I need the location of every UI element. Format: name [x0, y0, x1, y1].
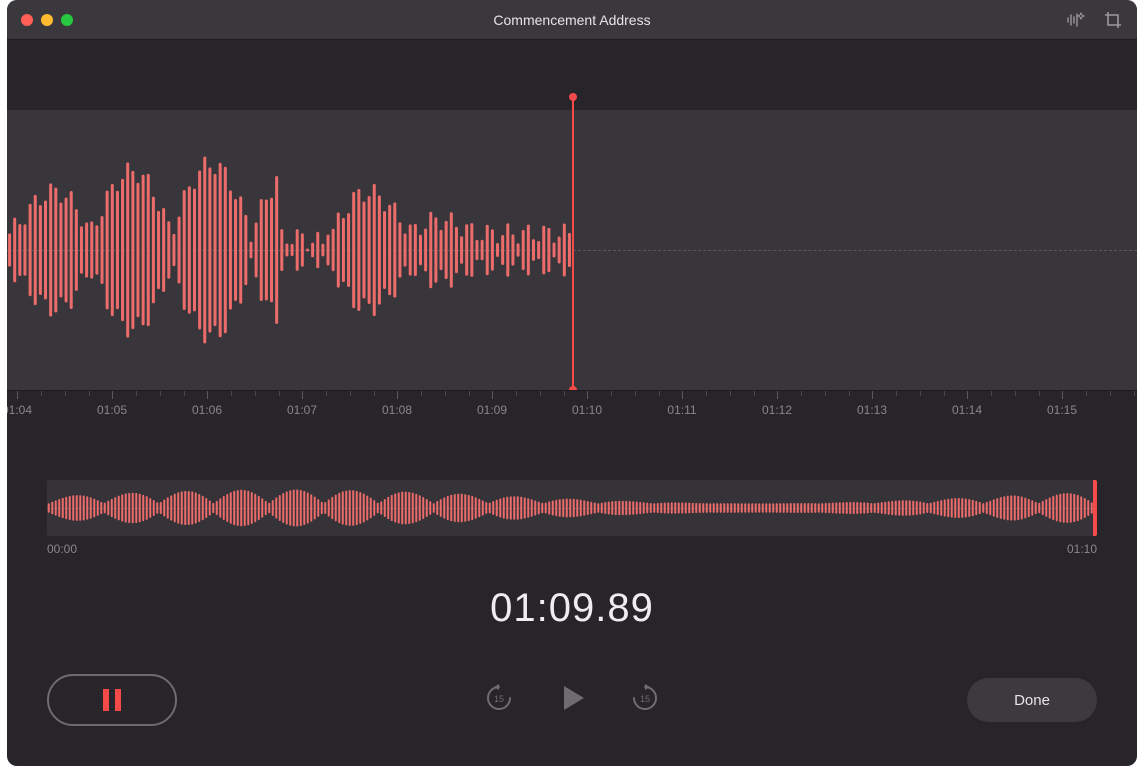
ruler-tick-label: 01:07 — [287, 403, 317, 417]
ruler-tick-label: 01:08 — [382, 403, 412, 417]
overview-end-time: 01:10 — [1067, 542, 1097, 556]
skip-back-15-icon[interactable]: 15 — [484, 683, 514, 718]
ruler-tick-label: 01:12 — [762, 403, 792, 417]
window-controls — [21, 14, 73, 26]
time-ruler[interactable]: 01:04 01:05 01:06 01:07 01:08 01:09 01:10 01:11… — [7, 390, 1137, 430]
ruler-tick-label: 01:06 — [192, 403, 222, 417]
ruler-tick-label: 01:15 — [1047, 403, 1077, 417]
pause-icon — [103, 689, 109, 711]
transport-controls: 15 15 Done — [7, 674, 1137, 766]
done-button[interactable]: Done — [967, 678, 1097, 722]
waveform-overview[interactable]: 00:00 01:10 — [47, 480, 1097, 556]
minimize-window-button[interactable] — [41, 14, 53, 26]
waveform-svg — [7, 110, 572, 390]
record-pause-button[interactable] — [47, 674, 177, 726]
svg-text:15: 15 — [494, 694, 504, 704]
ruler-tick-label: 01:13 — [857, 403, 887, 417]
overview-playhead[interactable] — [1093, 480, 1097, 536]
ruler-tick-label: 01:10 — [572, 403, 602, 417]
ruler-tick-label: 01:05 — [97, 403, 127, 417]
ruler-tick-label: 01:14 — [952, 403, 982, 417]
ruler-tick-label: 01:11 — [667, 403, 696, 417]
crop-icon[interactable] — [1103, 10, 1123, 30]
ruler-tick-label: 01:04 — [7, 403, 32, 417]
playhead[interactable] — [572, 97, 574, 390]
zoom-window-button[interactable] — [61, 14, 73, 26]
elapsed-time-counter: 01:09.89 — [7, 586, 1137, 631]
close-window-button[interactable] — [21, 14, 33, 26]
waveform-sparkle-icon[interactable] — [1065, 10, 1085, 30]
svg-text:15: 15 — [640, 694, 650, 704]
ruler-tick-label: 01:09 — [477, 403, 507, 417]
overview-start-time: 00:00 — [47, 542, 77, 556]
play-icon[interactable] — [554, 680, 590, 721]
window-title: Commencement Address — [7, 12, 1137, 28]
skip-forward-15-icon[interactable]: 15 — [630, 683, 660, 718]
voice-memos-window: Commencement Address 01:0401:0501:0601:0… — [7, 0, 1137, 766]
overview-waveform-svg — [47, 480, 1097, 536]
title-bar: Commencement Address — [7, 0, 1137, 40]
pause-icon — [115, 689, 121, 711]
waveform-detail-track[interactable] — [7, 110, 1137, 390]
